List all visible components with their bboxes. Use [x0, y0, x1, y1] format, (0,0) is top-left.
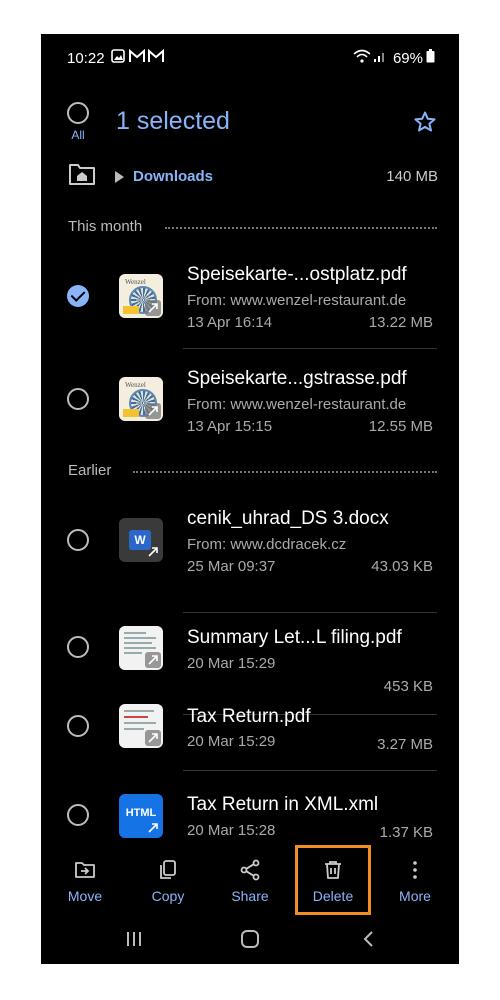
row-checkbox[interactable]	[67, 636, 89, 658]
copy-label: Copy	[151, 888, 185, 904]
share-button[interactable]: Share	[215, 858, 285, 904]
file-row[interactable]: Wenzel Speisekarte...gstrasse.pdf From: …	[41, 360, 459, 460]
file-thumbnail: Wenzel	[119, 377, 163, 421]
action-bar: Move Copy Share Delete More	[41, 854, 459, 914]
file-row[interactable]: Summary Let...L filing.pdf 20 Mar 15:29 …	[41, 612, 459, 715]
section-header-earlier: Earlier	[68, 462, 112, 479]
signal-icon	[373, 49, 387, 68]
breadcrumb-downloads[interactable]: Downloads	[133, 168, 213, 185]
favorite-button[interactable]	[413, 110, 437, 139]
shortcut-arrow-icon	[145, 403, 161, 419]
file-name: Tax Return.pdf	[187, 706, 311, 727]
file-thumbnail	[119, 626, 163, 670]
row-divider	[183, 348, 437, 349]
battery-level: 69%	[392, 50, 423, 67]
back-button[interactable]	[361, 930, 375, 953]
status-bar: 10:22 69%	[41, 34, 459, 80]
section-divider	[165, 227, 437, 229]
file-row[interactable]: W cenik_uhrad_DS 3.docx From: www.dcdrac…	[41, 500, 459, 613]
file-size: 1.37 KB	[379, 824, 433, 841]
recent-apps-icon	[127, 932, 141, 946]
html-file-icon: HTML	[125, 807, 157, 819]
breadcrumb-chevron-icon	[115, 171, 124, 183]
home-button[interactable]	[241, 930, 259, 948]
more-label: More	[399, 888, 431, 904]
more-button[interactable]: More	[380, 858, 450, 904]
move-label: Move	[67, 888, 103, 904]
move-button[interactable]: Move	[50, 858, 120, 904]
row-checkbox[interactable]	[67, 529, 89, 551]
file-source: From: www.wenzel-restaurant.de	[187, 292, 407, 309]
row-checkbox[interactable]	[67, 804, 89, 826]
system-nav-bar	[41, 920, 459, 964]
copy-button[interactable]: Copy	[133, 858, 203, 904]
recent-apps-button[interactable]	[125, 930, 143, 953]
shortcut-arrow-icon	[145, 544, 161, 560]
status-time: 10:22	[67, 50, 105, 67]
file-name: Speisekarte-...ostplatz.pdf	[187, 264, 407, 285]
file-thumbnail: Wenzel	[119, 274, 163, 318]
file-thumbnail: HTML	[119, 794, 163, 838]
file-source: From: www.dcdracek.cz	[187, 536, 347, 553]
file-name: Tax Return in XML.xml	[187, 794, 379, 815]
battery-icon	[426, 49, 435, 68]
row-checkbox-checked[interactable]	[67, 285, 89, 307]
file-name: Speisekarte...gstrasse.pdf	[187, 368, 407, 389]
file-source: From: www.wenzel-restaurant.de	[187, 396, 407, 413]
file-date: 13 Apr 16:14	[187, 314, 273, 331]
file-date: 20 Mar 15:29	[187, 733, 276, 750]
back-chevron-icon	[363, 931, 373, 947]
file-name: Summary Let...L filing.pdf	[187, 627, 402, 648]
file-date: 13 Apr 15:15	[187, 418, 273, 435]
file-date: 25 Mar 09:37	[187, 558, 276, 575]
select-all-circle	[67, 102, 89, 124]
row-checkbox[interactable]	[67, 388, 89, 410]
select-all-checkbox[interactable]: All	[65, 102, 91, 142]
gallery-icon	[111, 49, 125, 68]
file-size: 453 KB	[383, 678, 433, 695]
storage-home-button[interactable]	[68, 162, 96, 191]
section-header-this-month: This month	[68, 218, 143, 235]
gmail-icon	[129, 48, 145, 68]
file-size: 3.27 MB	[377, 736, 433, 753]
gmail-icon	[148, 48, 164, 68]
copy-icon	[160, 860, 176, 879]
share-icon	[240, 859, 260, 881]
file-row[interactable]: Tax Return.pdf 20 Mar 15:29 3.27 MB	[41, 702, 459, 792]
folder-size: 140 MB	[386, 168, 438, 185]
shortcut-arrow-icon	[145, 730, 161, 746]
file-size: 13.22 MB	[368, 314, 433, 331]
file-name: cenik_uhrad_DS 3.docx	[187, 508, 389, 529]
share-label: Share	[231, 888, 269, 904]
file-thumbnail: W	[119, 518, 163, 562]
shortcut-arrow-icon	[145, 820, 161, 836]
move-icon	[75, 862, 95, 878]
folder-home-icon	[69, 164, 95, 185]
file-size: 12.55 MB	[368, 418, 433, 435]
wifi-icon	[353, 49, 371, 68]
more-vertical-icon	[413, 861, 417, 879]
delete-highlight-box	[295, 845, 371, 915]
select-all-label: All	[71, 128, 85, 142]
file-date: 20 Mar 15:28	[187, 822, 276, 839]
row-checkbox[interactable]	[67, 715, 89, 737]
row-divider	[183, 770, 437, 771]
shortcut-arrow-icon	[145, 652, 161, 668]
shortcut-arrow-icon	[145, 300, 161, 316]
star-icon	[414, 111, 436, 132]
file-row[interactable]: Wenzel Speisekarte-...ostplatz.pdf From:…	[41, 256, 459, 360]
file-row[interactable]: HTML Tax Return in XML.xml 20 Mar 15:28 …	[41, 792, 459, 854]
phone-screen: 10:22 69% All 1 selected Downloads 140 M…	[41, 34, 459, 964]
file-date: 20 Mar 15:29	[187, 655, 276, 672]
file-size: 43.03 KB	[371, 558, 433, 575]
page-title: 1 selected	[116, 107, 230, 135]
file-thumbnail	[119, 704, 163, 748]
section-divider	[133, 471, 437, 473]
